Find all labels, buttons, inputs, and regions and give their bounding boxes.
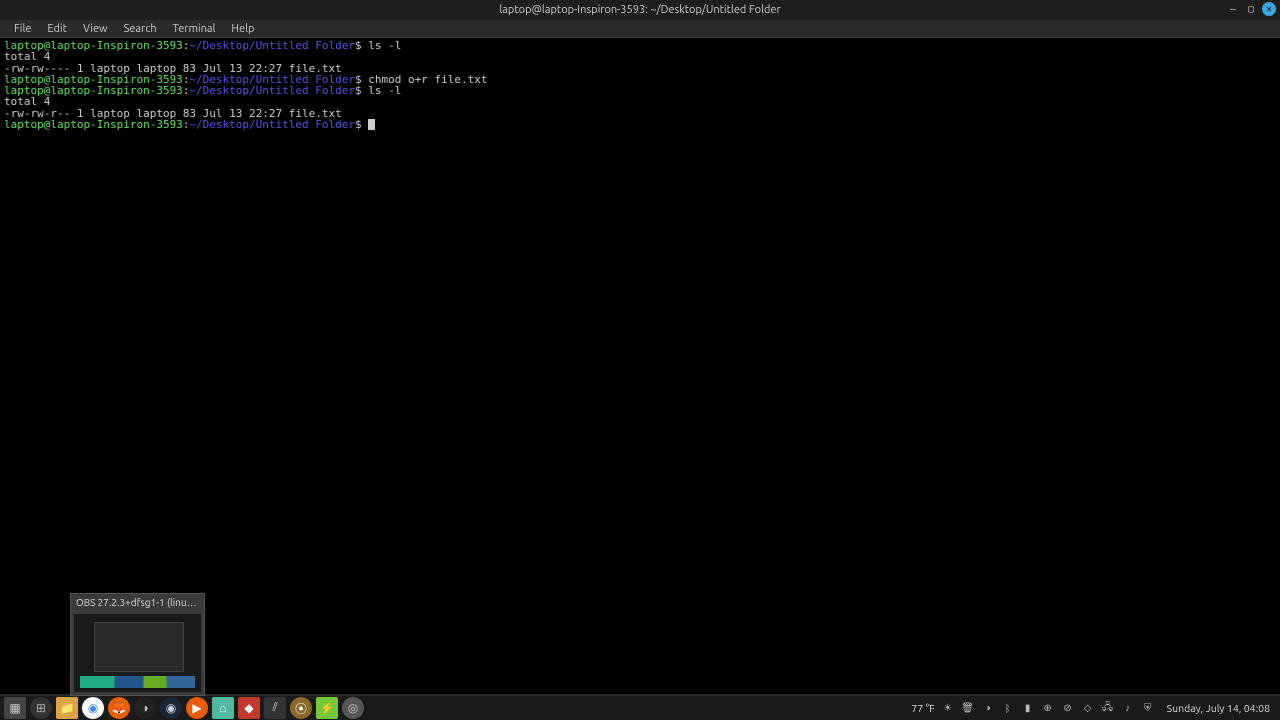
recording-tray-icon[interactable]: ◑ bbox=[981, 701, 995, 715]
battery-tray-icon[interactable]: ▮ bbox=[1021, 701, 1035, 715]
terminal-cursor bbox=[368, 119, 375, 130]
anydesk-icon[interactable]: ⌂ bbox=[212, 697, 234, 719]
media-player-icon[interactable]: ▶ bbox=[186, 697, 208, 719]
tray-icon-3[interactable]: ◇ bbox=[1081, 701, 1095, 715]
system-tray: 77 °F ☀ 🗑 ◑ ᛒ ▮ ⊕ ⊘ ◇ 🖧 ♪ ⛨ Sunday, July 14, 04:08 bbox=[911, 701, 1276, 715]
weather-tray-icon[interactable]: ☀ bbox=[941, 701, 955, 715]
app-icon[interactable]: ◆ bbox=[238, 697, 260, 719]
volume-tray-icon[interactable]: ♪ bbox=[1121, 701, 1135, 715]
firefox-icon[interactable]: 🦊 bbox=[108, 697, 130, 719]
chrome-icon[interactable]: ◉ bbox=[82, 697, 104, 719]
network-tray-icon[interactable]: 🖧 bbox=[1101, 701, 1115, 715]
shield-tray-icon[interactable]: ⛨ bbox=[1141, 701, 1155, 715]
menu-search[interactable]: Search bbox=[116, 23, 165, 35]
bluetooth-tray-icon[interactable]: ᛒ bbox=[1001, 701, 1015, 715]
app2-icon[interactable]: ⦿ bbox=[290, 697, 312, 719]
preview-thumbnail[interactable] bbox=[74, 614, 201, 692]
trash-tray-icon[interactable]: 🗑 bbox=[961, 701, 975, 715]
menu-help[interactable]: Help bbox=[223, 23, 262, 35]
window-title-bar: laptop@laptop-Inspiron-3593: ~/Desktop/U… bbox=[0, 0, 1280, 20]
menu-view[interactable]: View bbox=[75, 23, 116, 35]
maximize-button[interactable]: ▢ bbox=[1244, 2, 1258, 16]
show-desktop-icon[interactable]: ⊞ bbox=[30, 697, 52, 719]
kdenlive-icon[interactable]: ⫽ bbox=[264, 697, 286, 719]
obs-icon[interactable]: ◑ bbox=[134, 697, 156, 719]
putty-icon[interactable]: ⚡ bbox=[316, 697, 338, 719]
menu-terminal[interactable]: Terminal bbox=[165, 23, 224, 35]
menu-bar: FileEditViewSearchTerminalHelp bbox=[0, 20, 1280, 38]
taskbar-preview-popup: OBS 27.2.3+dfsg1-1 (linux) - P... bbox=[70, 593, 205, 696]
tray-icon-2[interactable]: ⊘ bbox=[1061, 701, 1075, 715]
close-button[interactable]: ✕ bbox=[1262, 2, 1276, 16]
taskbar: ▦⊞📁◉🦊◑◉▶⌂◆⫽⦿⚡◎ 77 °F ☀🗑◑ᛒ▮⊕⊘◇🖧♪⛨ Sunday,… bbox=[0, 696, 1280, 720]
mint-icon[interactable]: ◎ bbox=[342, 697, 364, 719]
taskbar-launchers: ▦⊞📁◉🦊◑◉▶⌂◆⫽⦿⚡◎ bbox=[4, 697, 364, 719]
minimize-button[interactable]: — bbox=[1226, 2, 1240, 16]
tray-icon-1[interactable]: ⊕ bbox=[1041, 701, 1055, 715]
window-title: laptop@laptop-Inspiron-3593: ~/Desktop/U… bbox=[499, 4, 780, 16]
files-icon[interactable]: 📁 bbox=[56, 697, 78, 719]
menu-edit[interactable]: Edit bbox=[39, 23, 75, 35]
weather-widget[interactable]: 77 °F bbox=[911, 702, 934, 714]
clock[interactable]: Sunday, July 14, 04:08 bbox=[1161, 702, 1276, 714]
preview-title: OBS 27.2.3+dfsg1-1 (linux) - P... bbox=[71, 594, 204, 611]
menu-icon[interactable]: ▦ bbox=[4, 697, 26, 719]
menu-file[interactable]: File bbox=[6, 23, 39, 35]
steam-icon[interactable]: ◉ bbox=[160, 697, 182, 719]
